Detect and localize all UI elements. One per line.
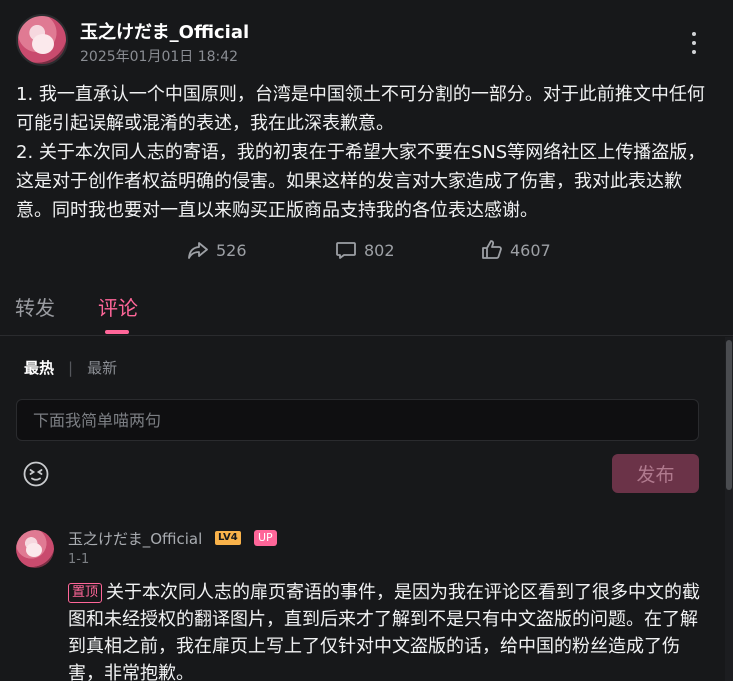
sort-hot[interactable]: 最热 — [24, 357, 54, 378]
comment-button[interactable]: 802 — [334, 238, 395, 262]
like-button[interactable]: 4607 — [480, 238, 551, 262]
post-paragraph-1: 1. 我一直承认一个中国原则，台湾是中国领土不可分割的一部分。对于此前推文中任何… — [16, 84, 705, 134]
up-badge: UP — [254, 530, 277, 546]
comment-text: 置顶 关于本次同人志的扉页寄语的事件，是因为我在评论区看到了很多中文的截图和未经授… — [68, 579, 708, 681]
more-options-icon[interactable] — [684, 28, 704, 58]
level-badge: LV4 — [215, 531, 241, 545]
post-timestamp: 2025年01月01日 18:42 — [80, 49, 239, 65]
emoji-icon[interactable] — [22, 460, 50, 488]
comment-avatar[interactable] — [16, 530, 54, 568]
comment-input[interactable] — [16, 399, 699, 441]
sort-new[interactable]: 最新 — [87, 357, 117, 378]
send-button[interactable]: 发布 — [612, 454, 699, 493]
comment-floor: 1-1 — [68, 552, 90, 567]
share-icon — [188, 242, 208, 259]
post-paragraph-2: 2. 关于本次同人志的寄语，我的初衷在于希望大家不要在SNS等网络社区上传播盗版… — [16, 142, 706, 221]
pinned-badge: 置顶 — [68, 583, 103, 603]
like-count: 4607 — [510, 240, 551, 260]
comment-sort: 最热 | 最新 — [24, 357, 117, 378]
sort-separator: | — [68, 358, 74, 377]
active-tab-indicator — [105, 330, 129, 334]
tab-comment[interactable]: 评论 — [98, 292, 138, 321]
repost-count: 526 — [216, 240, 247, 260]
comment-icon — [336, 242, 356, 259]
scrollbar-thumb[interactable] — [726, 340, 732, 490]
comment-author[interactable]: 玉之けだま_Official — [68, 528, 202, 549]
comment-body: 关于本次同人志的扉页寄语的事件，是因为我在评论区看到了很多中文的截图和未经授权的… — [68, 582, 701, 681]
post-body: 1. 我一直承认一个中国原则，台湾是中国领土不可分割的一部分。对于此前推文中任何… — [16, 80, 706, 225]
tab-repost[interactable]: 转发 — [15, 292, 55, 321]
comment-count: 802 — [364, 240, 395, 260]
post-actions: 526 802 4607 — [0, 238, 733, 266]
repost-button[interactable]: 526 — [186, 238, 247, 262]
author-name[interactable]: 玉之けだま_Official — [80, 18, 249, 44]
tab-bar: 转发 评论 — [0, 282, 733, 336]
author-avatar[interactable] — [16, 14, 68, 66]
post-header: 玉之けだま_Official 2025年01月01日 18:42 — [16, 14, 716, 70]
thumbs-up-icon — [482, 240, 502, 259]
